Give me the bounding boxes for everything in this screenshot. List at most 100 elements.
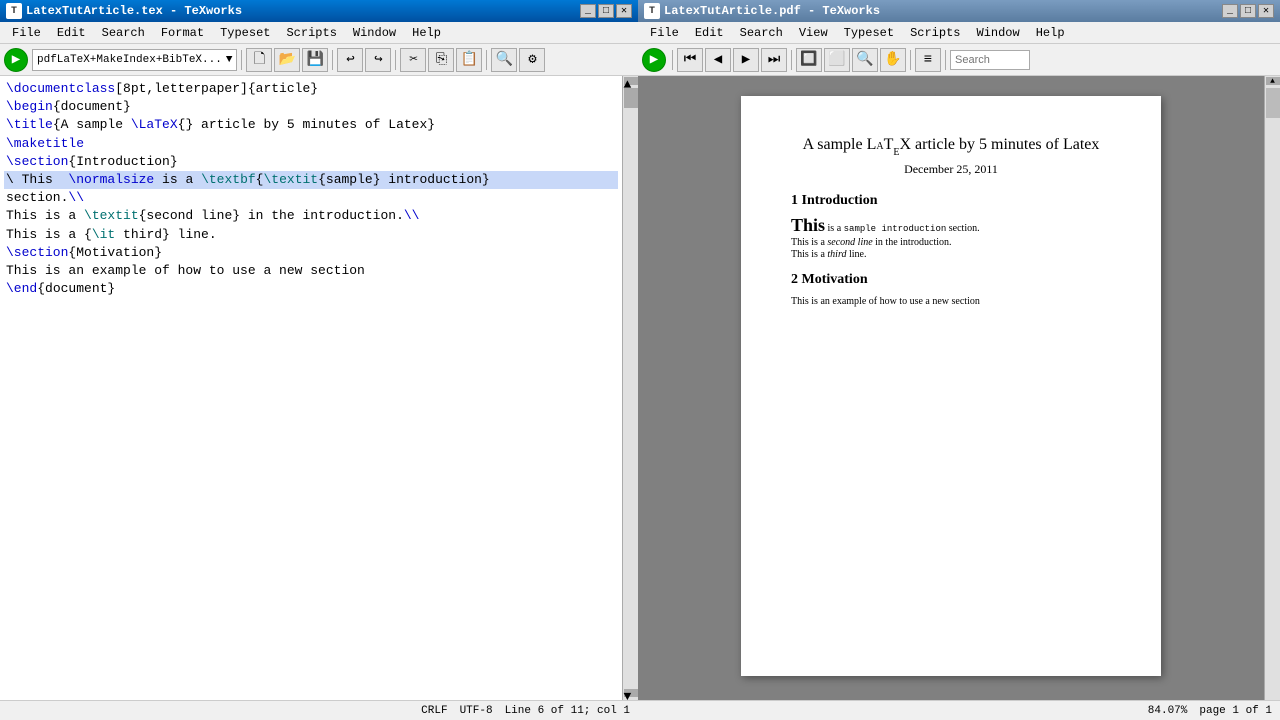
- pdf-prev-page-btn[interactable]: ◀: [705, 48, 731, 72]
- maximize-btn-right[interactable]: □: [1240, 4, 1256, 18]
- editor-scrollbar[interactable]: ▲ ▼: [622, 76, 638, 700]
- pdf-title: A sample LaTEX article by 5 minutes of L…: [791, 136, 1111, 156]
- pdf-date: December 25, 2011: [791, 162, 1111, 177]
- pdf-sep4: [945, 50, 946, 70]
- menu-search-left[interactable]: Search: [94, 24, 153, 42]
- titlebar-left: T LatexTutArticle.tex - TeXworks: [6, 3, 242, 19]
- sep3: [395, 50, 396, 70]
- dropdown-arrow: ▼: [226, 54, 233, 66]
- position-label: Line 6 of 11; col 1: [505, 705, 630, 717]
- pdf-titlebar: T LatexTutArticle.pdf - TeXworks _ □ ✕: [638, 0, 1280, 22]
- editor-line-5: \section{Introduction}: [4, 153, 618, 171]
- editor-line-4: \maketitle: [4, 135, 618, 153]
- editor-window-title: LatexTutArticle.tex - TeXworks: [26, 4, 242, 18]
- pdf-search-input[interactable]: [950, 50, 1030, 70]
- minimize-btn-right[interactable]: _: [1222, 4, 1238, 18]
- pdf-zoom-out-btn[interactable]: 🔲: [796, 48, 822, 72]
- menu-help-right[interactable]: Help: [1028, 24, 1073, 42]
- menu-typeset-right[interactable]: Typeset: [836, 24, 902, 42]
- menu-file-right[interactable]: File: [642, 24, 687, 42]
- editor-line-9: This is a {\it third} line.: [4, 226, 618, 244]
- paste-btn[interactable]: 📋: [456, 48, 482, 72]
- settings-btn[interactable]: ⚙: [519, 48, 545, 72]
- pdf-first-page-btn[interactable]: ⏮: [677, 48, 703, 72]
- menu-edit-left[interactable]: Edit: [49, 24, 94, 42]
- pdf-page-label: page 1 of 1: [1199, 705, 1272, 717]
- menu-search-right[interactable]: Search: [732, 24, 791, 42]
- pdf-viewer[interactable]: A sample LaTEX article by 5 minutes of L…: [638, 76, 1264, 700]
- editor-line-2: \begin{document}: [4, 98, 618, 116]
- code-editor[interactable]: \documentclass[8pt,letterpaper]{article}…: [0, 76, 622, 700]
- scroll-up-btn[interactable]: ▲: [624, 77, 638, 85]
- editor-line-7: section.\\: [4, 189, 618, 207]
- pdf-section2: 2 Motivation: [791, 272, 1111, 288]
- pdf-sync-btn[interactable]: ≡: [915, 48, 941, 72]
- pdf-next-page-btn[interactable]: ▶: [733, 48, 759, 72]
- menu-edit-right[interactable]: Edit: [687, 24, 732, 42]
- editor-line-8: This is a \textit{second line} in the in…: [4, 207, 618, 225]
- run-button[interactable]: ▶: [4, 48, 28, 72]
- titlebar-controls-left[interactable]: _ □ ✕: [580, 4, 632, 18]
- menu-file-left[interactable]: File: [4, 24, 49, 42]
- menu-scripts-right[interactable]: Scripts: [902, 24, 968, 42]
- editor-line-6: \ This \normalsize is a \textbf{\textit{…: [4, 171, 618, 189]
- sep1: [241, 50, 242, 70]
- pdf-scrollbar-thumb[interactable]: [1266, 88, 1280, 118]
- editor-line-3: \title{A sample \LaTeX{} article by 5 mi…: [4, 116, 618, 134]
- menu-scripts-left[interactable]: Scripts: [278, 24, 344, 42]
- cut-btn[interactable]: ✂: [400, 48, 426, 72]
- menu-typeset-left[interactable]: Typeset: [212, 24, 278, 42]
- menu-format-left[interactable]: Format: [153, 24, 212, 42]
- pdf-window-title: LatexTutArticle.pdf - TeXworks: [664, 4, 880, 18]
- pdf-hand-tool-btn[interactable]: ✋: [880, 48, 906, 72]
- pdf-zoom-fit-btn[interactable]: ⬜: [824, 48, 850, 72]
- new-file-btn[interactable]: 🗋: [246, 48, 272, 72]
- editor-line-10: \section{Motivation}: [4, 244, 618, 262]
- pdf-run-btn[interactable]: ▶: [642, 48, 666, 72]
- compile-label: pdfLaTeX+MakeIndex+BibTeX...: [37, 54, 222, 66]
- minimize-btn-left[interactable]: _: [580, 4, 596, 18]
- scrollbar-thumb[interactable]: [624, 88, 638, 108]
- compile-dropdown[interactable]: pdfLaTeX+MakeIndex+BibTeX... ▼: [32, 49, 237, 71]
- pdf-motivation-text: This is an example of how to use a new s…: [791, 294, 1111, 309]
- titlebar-controls-right[interactable]: _ □ ✕: [1222, 4, 1274, 18]
- copy-btn[interactable]: ⎘: [428, 48, 454, 72]
- scroll-down-btn[interactable]: ▼: [624, 689, 638, 697]
- charset-label: UTF-8: [460, 705, 493, 717]
- editor-content-area: \documentclass[8pt,letterpaper]{article}…: [0, 76, 638, 700]
- menu-window-right[interactable]: Window: [969, 24, 1028, 42]
- pdf-content-area: A sample LaTEX article by 5 minutes of L…: [638, 76, 1280, 700]
- menu-window-left[interactable]: Window: [345, 24, 404, 42]
- pdf-last-page-btn[interactable]: ⏭: [761, 48, 787, 72]
- encoding-label: CRLF: [421, 705, 447, 717]
- pdf-sep2: [791, 50, 792, 70]
- save-file-btn[interactable]: 💾: [302, 48, 328, 72]
- editor-line-12: \end{document}: [4, 280, 618, 298]
- pdf-intro-text: This is a sample introduction section. T…: [791, 215, 1111, 260]
- texworks-icon-left: T: [6, 3, 22, 19]
- search-btn[interactable]: 🔍: [491, 48, 517, 72]
- menu-help-left[interactable]: Help: [404, 24, 449, 42]
- menu-view-right[interactable]: View: [791, 24, 836, 42]
- open-file-btn[interactable]: 📂: [274, 48, 300, 72]
- close-btn-left[interactable]: ✕: [616, 4, 632, 18]
- pdf-page: A sample LaTEX article by 5 minutes of L…: [741, 96, 1161, 676]
- pdf-section1: 1 Introduction: [791, 193, 1111, 209]
- pdf-large-this: This: [791, 215, 825, 235]
- close-btn-right[interactable]: ✕: [1258, 4, 1274, 18]
- maximize-btn-left[interactable]: □: [598, 4, 614, 18]
- editor-statusbar: CRLF UTF-8 Line 6 of 11; col 1: [0, 700, 638, 720]
- pdf-sep3: [910, 50, 911, 70]
- pdf-scroll-up[interactable]: ▲: [1266, 77, 1280, 85]
- editor-titlebar: T LatexTutArticle.tex - TeXworks _ □ ✕: [0, 0, 638, 22]
- pdf-window: T LatexTutArticle.pdf - TeXworks _ □ ✕ F…: [638, 0, 1280, 720]
- pdf-scrollbar[interactable]: ▲: [1264, 76, 1280, 700]
- sep2: [332, 50, 333, 70]
- pdf-zoom-in-btn[interactable]: 🔍: [852, 48, 878, 72]
- texworks-icon-right: T: [644, 3, 660, 19]
- pdf-menubar: File Edit Search View Typeset Scripts Wi…: [638, 22, 1280, 44]
- redo-btn[interactable]: ↪: [365, 48, 391, 72]
- undo-btn[interactable]: ↩: [337, 48, 363, 72]
- sep4: [486, 50, 487, 70]
- editor-menubar: File Edit Search Format Typeset Scripts …: [0, 22, 638, 44]
